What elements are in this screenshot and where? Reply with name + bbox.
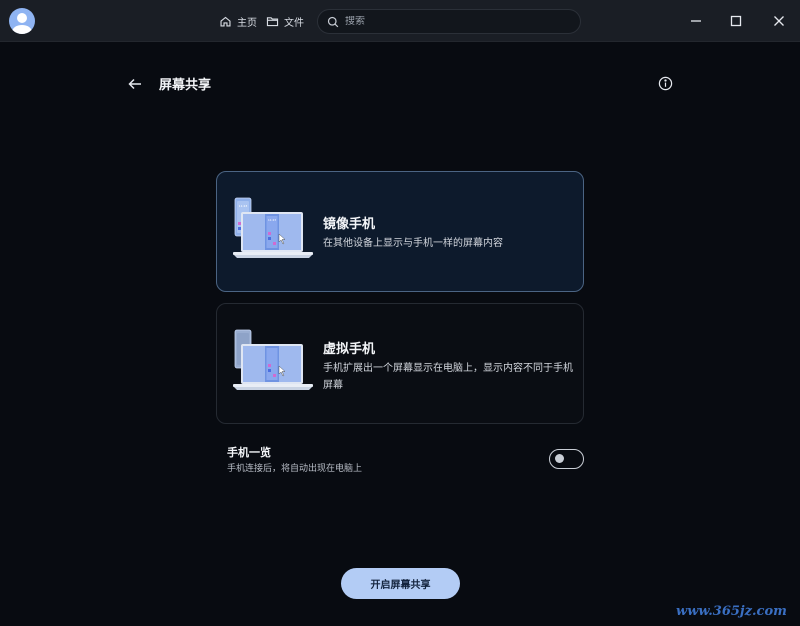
start-screen-share-button[interactable]: 开启屏幕共享 [341, 568, 460, 599]
folder-icon [266, 16, 279, 26]
option-description: 手机扩展出一个屏幕显示在电脑上，显示内容不同于手机屏幕 [323, 363, 573, 391]
phone-time-screen: 11:23 [268, 218, 276, 222]
search-box[interactable] [317, 9, 581, 34]
close-button[interactable] [771, 13, 787, 29]
virtual-phone-illustration [233, 329, 313, 390]
back-arrow-icon [128, 78, 141, 90]
home-icon [220, 16, 231, 27]
option-virtual-phone[interactable]: 虚拟手机 手机扩展出一个屏幕显示在电脑上，显示内容不同于手机屏幕 [216, 303, 584, 424]
nav-home-label: 主页 [237, 17, 257, 29]
option-title: 虚拟手机 [323, 342, 376, 357]
watermark: www.365jz.com [676, 604, 787, 619]
search-icon [327, 16, 339, 27]
phone-overview-toggle[interactable] [549, 449, 584, 469]
info-icon [658, 76, 673, 91]
back-button[interactable] [127, 76, 143, 92]
minimize-button[interactable] [688, 13, 704, 29]
info-button[interactable] [658, 76, 673, 91]
maximize-button[interactable] [728, 13, 744, 29]
maximize-icon [730, 15, 742, 27]
page-title: 屏幕共享 [159, 78, 212, 93]
minimize-icon [691, 20, 701, 22]
search-input[interactable] [345, 16, 565, 27]
phone-overview-description: 手机连接后，将自动出现在电脑上 [227, 464, 363, 474]
option-description: 在其他设备上显示与手机一样的屏幕内容 [323, 238, 503, 249]
close-icon [774, 16, 784, 26]
nav-home-button[interactable]: 主页 [219, 13, 257, 29]
mirror-phone-illustration: 11:23 11:23 [233, 197, 313, 258]
nav-files-button[interactable]: 文件 [266, 13, 304, 29]
option-mirror-phone[interactable]: 11:23 11:23 镜像手机 在其他设备上显示与手机一样的屏幕内容 [216, 171, 584, 292]
phone-overview-title: 手机一览 [227, 446, 271, 459]
nav-files-label: 文件 [284, 17, 304, 29]
option-title: 镜像手机 [323, 217, 376, 232]
avatar[interactable] [9, 8, 35, 34]
title-bar: 主页 文件 [0, 0, 800, 42]
phone-time: 11:23 [239, 204, 248, 208]
toggle-knob [555, 454, 564, 463]
